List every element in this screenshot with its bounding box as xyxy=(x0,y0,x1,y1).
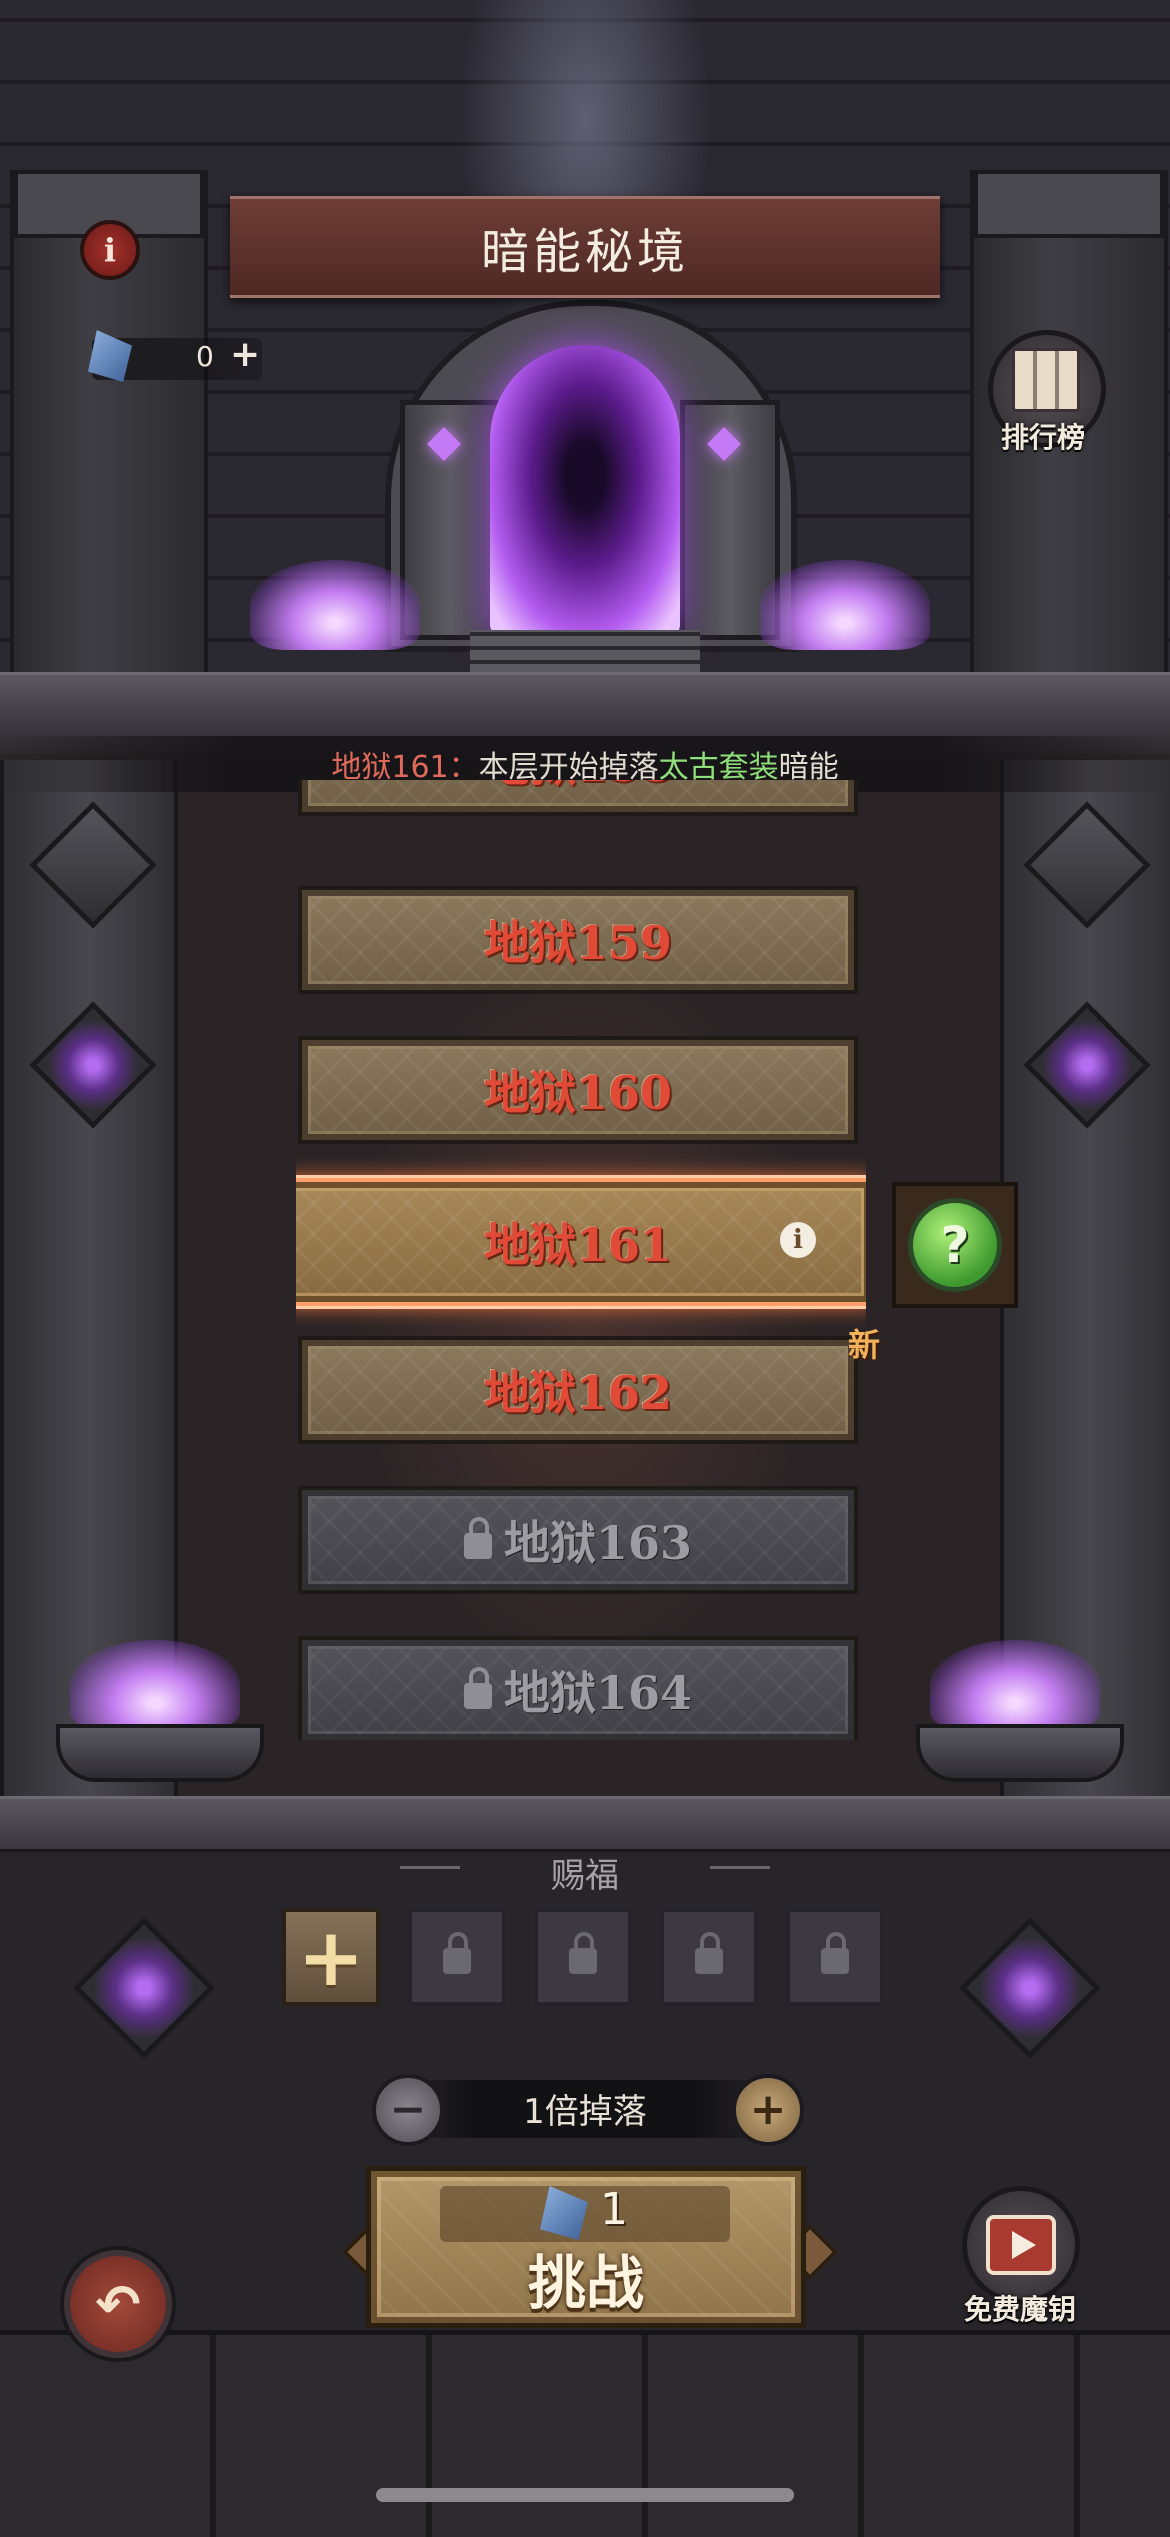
lock-icon xyxy=(463,1517,492,1559)
purple-flame-left xyxy=(250,560,420,650)
level-list[interactable]: 地狱158 地狱159 地狱160 地狱161 i 地狱162 地狱163 地狱… xyxy=(296,780,866,1740)
page-title: 暗能秘境 xyxy=(480,224,689,280)
video-play-icon xyxy=(986,2215,1056,2275)
blessing-title: 赐福 xyxy=(551,1856,619,1896)
level-item-locked[interactable]: 地狱164 xyxy=(298,1636,858,1740)
level-item[interactable]: 地狱158 xyxy=(298,780,858,816)
level-info-icon[interactable]: i xyxy=(780,1222,816,1258)
lock-icon xyxy=(821,1932,849,1974)
drop-multiplier-label: 1倍掉落 xyxy=(523,2092,647,2132)
add-blessing-button[interactable]: + xyxy=(282,1908,380,2006)
blessing-slot-locked[interactable] xyxy=(660,1908,758,2006)
info-icon[interactable]: i xyxy=(80,220,140,280)
level-name: 地狱164 xyxy=(503,1666,693,1720)
lock-icon xyxy=(443,1932,471,1974)
brazier-right xyxy=(916,1724,1124,1782)
level-item-locked[interactable]: 地狱163 xyxy=(298,1486,858,1594)
brazier-left xyxy=(56,1724,264,1782)
mystery-question-icon: ? xyxy=(908,1198,1002,1292)
back-button[interactable]: ↶ xyxy=(64,2250,172,2358)
currency-count: 0 xyxy=(196,340,214,373)
purple-flame-right xyxy=(930,1640,1100,1730)
level-name: 地狱158 xyxy=(484,780,672,795)
ranking-dice-icon xyxy=(1012,348,1080,412)
plus-icon: + xyxy=(749,2084,787,2135)
challenge-label[interactable]: 挑战 xyxy=(366,2236,806,2320)
free-key-label[interactable]: 免费魔钥 xyxy=(940,2288,1100,2328)
purple-flame-left xyxy=(70,1640,240,1730)
level-name: 地狱163 xyxy=(503,1516,693,1570)
add-currency-button[interactable]: + xyxy=(230,334,260,375)
new-badge: 新 xyxy=(848,1326,881,1364)
lock-icon xyxy=(463,1667,492,1709)
title-banner: 暗能秘境 xyxy=(230,196,940,298)
level-name: 地狱160 xyxy=(483,1066,673,1120)
free-key-button[interactable] xyxy=(962,2186,1080,2304)
level-item-current[interactable]: 地狱161 i xyxy=(296,1178,866,1306)
dark-energy-portal xyxy=(490,345,680,635)
level-name: 地狱159 xyxy=(483,916,673,970)
level-item[interactable]: 地狱159 xyxy=(298,886,858,994)
blessing-slot-locked[interactable] xyxy=(786,1908,884,2006)
level-name: 地狱162 xyxy=(483,1366,673,1420)
mystery-symbol: ? xyxy=(940,1216,970,1274)
decrease-multiplier-button[interactable]: − xyxy=(372,2074,444,2146)
lock-icon xyxy=(695,1932,723,1974)
increase-multiplier-button[interactable]: + xyxy=(732,2074,804,2146)
level-item[interactable]: 地狱162 xyxy=(298,1336,858,1444)
back-arrow-icon: ↶ xyxy=(95,2272,141,2336)
divider xyxy=(400,1866,460,1869)
home-indicator[interactable] xyxy=(376,2488,794,2502)
lock-icon xyxy=(569,1932,597,1974)
stone-ledge xyxy=(0,1796,1170,1852)
ranking-label[interactable]: 排行榜 xyxy=(978,416,1108,456)
minus-icon: − xyxy=(389,2084,427,2135)
purple-flame-right xyxy=(760,560,930,650)
level-item[interactable]: 地狱160 xyxy=(298,1036,858,1144)
stone-floor xyxy=(0,2330,1170,2537)
blessing-slot-locked[interactable] xyxy=(408,1908,506,2006)
divider xyxy=(710,1866,770,1869)
portal-stairs xyxy=(470,630,700,674)
level-reward-button[interactable]: ? xyxy=(892,1182,1018,1308)
challenge-cost-value: 1 xyxy=(600,2184,628,2235)
level-name: 地狱161 xyxy=(483,1218,673,1272)
plus-icon: + xyxy=(297,1910,365,2004)
blessing-slot-locked[interactable] xyxy=(534,1908,632,2006)
